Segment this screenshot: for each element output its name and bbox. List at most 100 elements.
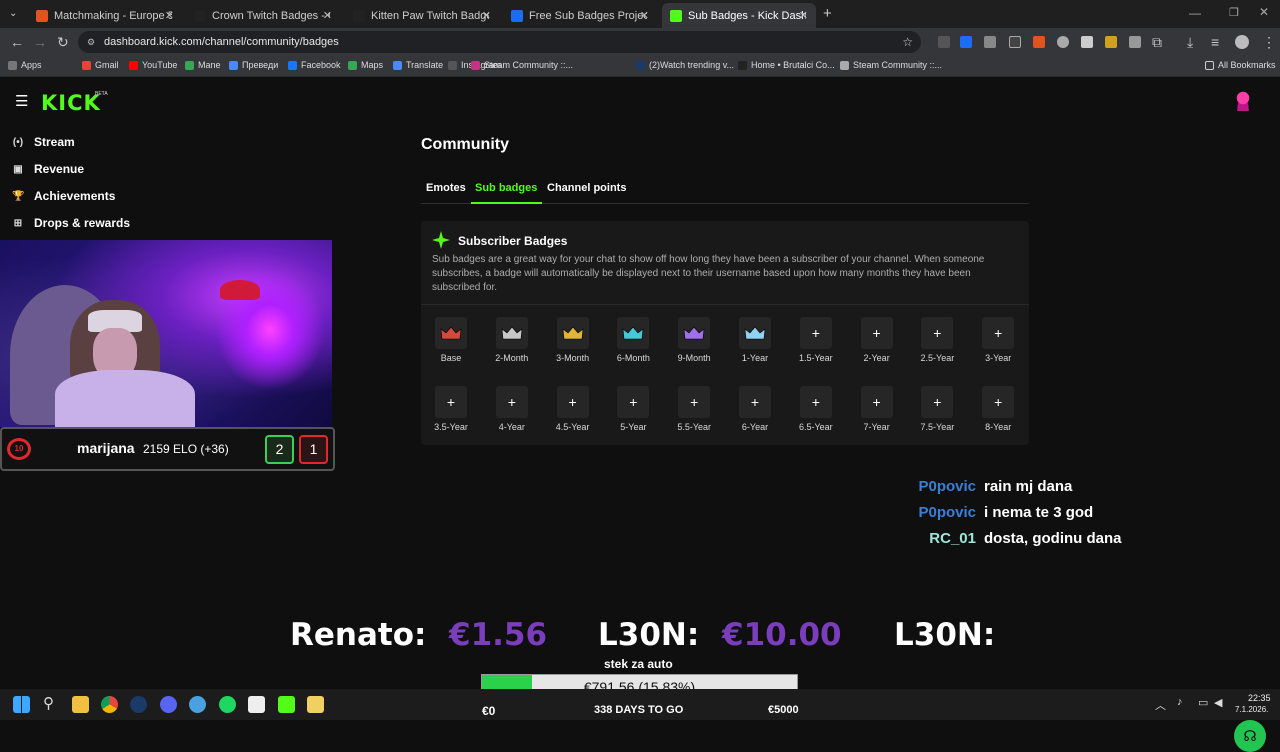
support-chat-button[interactable]: ☊ bbox=[1234, 720, 1266, 752]
badge-slot[interactable]: +3.5-Year bbox=[421, 386, 481, 438]
sidebar-item-drops-rewards[interactable]: ⊞ Drops & rewards bbox=[12, 216, 130, 230]
badge-slot[interactable]: +7-Year bbox=[847, 386, 907, 438]
download-icon[interactable]: ⤓ bbox=[1187, 34, 1193, 51]
bookmark-item[interactable]: Gmail bbox=[82, 60, 119, 70]
clock-date[interactable]: 7.1.2026. bbox=[1235, 705, 1268, 714]
badge-slot[interactable]: 3-Month bbox=[543, 317, 603, 369]
kick-logo[interactable]: KICK bbox=[41, 91, 101, 115]
back-icon[interactable]: ← bbox=[10, 34, 24, 50]
badge-slot[interactable]: +2.5-Year bbox=[907, 317, 967, 369]
spotify-icon[interactable] bbox=[219, 696, 236, 713]
extension-icon[interactable] bbox=[984, 36, 996, 48]
badge-slot[interactable]: 2-Month bbox=[482, 317, 542, 369]
bookmark-star-icon[interactable]: ☆ bbox=[902, 31, 913, 53]
capcut-icon[interactable] bbox=[248, 696, 265, 713]
badge-slot[interactable]: 1-Year bbox=[725, 317, 785, 369]
badge-slot[interactable]: 9-Month bbox=[664, 317, 724, 369]
site-info-icon[interactable]: ⚙ bbox=[87, 31, 95, 53]
close-tab-icon[interactable]: ✕ bbox=[799, 9, 808, 22]
user-avatar[interactable] bbox=[1235, 91, 1251, 111]
kick-app-icon[interactable] bbox=[278, 696, 295, 713]
badge-upload-box[interactable]: + bbox=[860, 317, 893, 349]
badge-slot[interactable]: +3-Year bbox=[968, 317, 1028, 369]
tab-emotes[interactable]: Emotes bbox=[426, 182, 466, 194]
volume-icon[interactable]: ◀ bbox=[1214, 696, 1222, 709]
badge-upload-box[interactable]: + bbox=[799, 386, 832, 418]
tab-search-icon[interactable]: ⌄ bbox=[9, 8, 17, 19]
bookmark-item[interactable]: Maps bbox=[348, 60, 383, 70]
extension-icon[interactable] bbox=[1129, 36, 1141, 48]
bookmark-item[interactable]: YouTube bbox=[129, 60, 177, 70]
badge-upload-box[interactable] bbox=[556, 317, 589, 349]
discord-icon[interactable] bbox=[160, 696, 177, 713]
badge-upload-box[interactable] bbox=[435, 317, 467, 349]
close-tab-icon[interactable]: ✕ bbox=[482, 9, 491, 22]
profile-avatar[interactable] bbox=[1235, 35, 1249, 49]
network-icon[interactable]: ▭ bbox=[1198, 696, 1208, 709]
browser-tab[interactable]: Crown Twitch Badges - Gaming✕ bbox=[186, 3, 340, 28]
close-window-icon[interactable]: ✕ bbox=[1259, 5, 1269, 19]
browser-tab[interactable]: Sub Badges - Kick Dashboard✕ bbox=[662, 3, 816, 28]
badge-slot[interactable]: +7.5-Year bbox=[907, 386, 967, 438]
close-tab-icon[interactable]: ✕ bbox=[323, 9, 332, 22]
extension-icon[interactable] bbox=[1057, 36, 1069, 48]
minimize-icon[interactable]: — bbox=[1189, 6, 1201, 20]
badge-upload-box[interactable]: + bbox=[556, 386, 589, 418]
file-explorer-icon[interactable] bbox=[72, 696, 89, 713]
browser-tab[interactable]: Kitten Paw Twitch Badges - Gam✕ bbox=[345, 3, 499, 28]
badge-upload-box[interactable]: + bbox=[982, 317, 1015, 349]
extension-icon[interactable] bbox=[938, 36, 950, 48]
bookmark-item[interactable]: Apps bbox=[8, 60, 42, 70]
app-icon[interactable] bbox=[307, 696, 324, 713]
tab-sub-badges[interactable]: Sub badges bbox=[475, 182, 537, 194]
sidebar-item-stream[interactable]: (•) Stream bbox=[12, 135, 75, 149]
extensions-puzzle-icon[interactable]: ⧉ bbox=[1152, 34, 1162, 51]
hamburger-menu-icon[interactable]: ☰ bbox=[15, 92, 28, 110]
tab-channel-points[interactable]: Channel points bbox=[547, 182, 626, 194]
bookmark-item[interactable]: Steam Community ::... bbox=[471, 60, 573, 70]
new-tab-button[interactable]: + bbox=[823, 5, 832, 22]
close-tab-icon[interactable]: ✕ bbox=[165, 9, 174, 22]
media-icon[interactable]: ≡ bbox=[1211, 34, 1219, 50]
badge-upload-box[interactable]: + bbox=[617, 386, 650, 418]
badge-slot[interactable]: +6.5-Year bbox=[786, 386, 846, 438]
badge-slot[interactable]: Base bbox=[421, 317, 481, 369]
badge-slot[interactable]: +5-Year bbox=[603, 386, 663, 438]
badge-upload-box[interactable]: + bbox=[860, 386, 893, 418]
forward-icon[interactable]: → bbox=[33, 34, 47, 50]
bookmark-item[interactable]: Преведи bbox=[229, 60, 278, 70]
sidebar-item-achievements[interactable]: 🏆 Achievements bbox=[12, 189, 115, 203]
badge-upload-box[interactable]: + bbox=[921, 317, 954, 349]
sidebar-item-revenue[interactable]: ▣ Revenue bbox=[12, 162, 84, 176]
badge-slot[interactable]: +2-Year bbox=[847, 317, 907, 369]
close-tab-icon[interactable]: ✕ bbox=[640, 9, 649, 22]
badge-upload-box[interactable]: + bbox=[739, 386, 771, 418]
windows-start-icon[interactable] bbox=[13, 696, 30, 713]
badge-upload-box[interactable]: + bbox=[799, 317, 832, 349]
extension-icon[interactable] bbox=[1009, 36, 1021, 48]
tray-chevron-icon[interactable]: ︿ bbox=[1155, 697, 1166, 713]
badge-upload-box[interactable] bbox=[739, 317, 771, 349]
badge-upload-box[interactable]: + bbox=[982, 386, 1015, 418]
reload-icon[interactable]: ↻ bbox=[57, 34, 69, 51]
extension-icon[interactable] bbox=[1033, 36, 1045, 48]
browser-tab[interactable]: Matchmaking - Europe 5v5 Que✕ bbox=[28, 3, 182, 28]
app-icon[interactable] bbox=[189, 696, 206, 713]
badge-upload-box[interactable]: + bbox=[495, 386, 528, 418]
badge-upload-box[interactable]: + bbox=[435, 386, 467, 418]
bookmark-item[interactable]: Facebook bbox=[288, 60, 341, 70]
badge-upload-box[interactable] bbox=[617, 317, 650, 349]
search-icon[interactable]: ⚲ bbox=[43, 694, 54, 712]
badge-slot[interactable]: +8-Year bbox=[968, 386, 1028, 438]
badge-slot[interactable]: +4.5-Year bbox=[543, 386, 603, 438]
microphone-icon[interactable]: ♪ bbox=[1177, 696, 1183, 708]
url-input[interactable]: ⚙ dashboard.kick.com/channel/community/b… bbox=[78, 31, 921, 53]
bookmark-item[interactable]: Steam Community ::... bbox=[840, 60, 942, 70]
browser-tab[interactable]: Free Sub Badges Projects :: Pho✕ bbox=[503, 3, 657, 28]
chrome-icon[interactable] bbox=[101, 696, 118, 713]
badge-slot[interactable]: +4-Year bbox=[482, 386, 542, 438]
clock-time[interactable]: 22:35 bbox=[1248, 693, 1271, 703]
badge-upload-box[interactable]: + bbox=[921, 386, 954, 418]
steam-icon[interactable] bbox=[130, 696, 147, 713]
bookmark-item[interactable]: Translate bbox=[393, 60, 443, 70]
